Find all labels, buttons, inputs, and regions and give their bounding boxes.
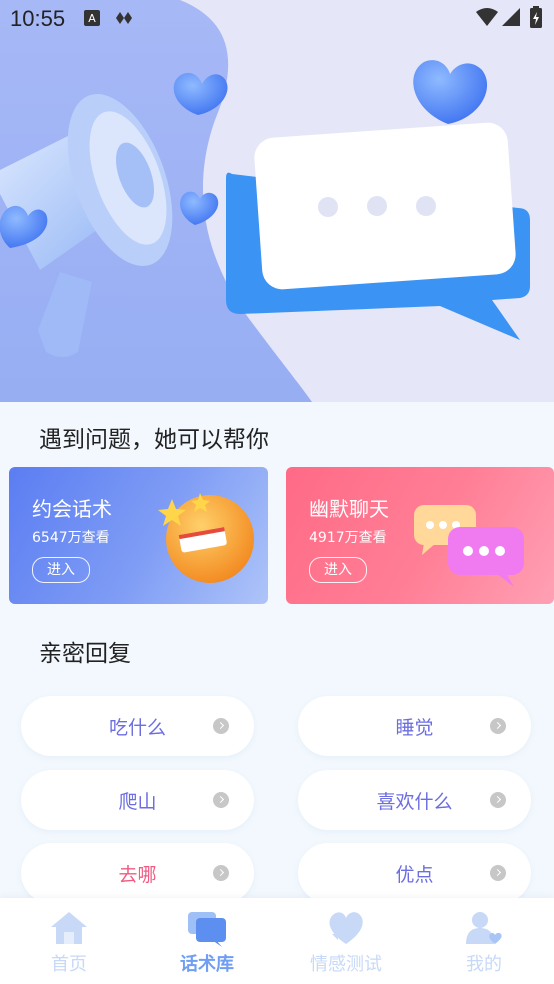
tab-label: 情感测试 [310,954,382,975]
chat-icon [188,912,226,947]
wifi-icon [476,8,498,30]
chevron-right-icon [490,865,506,881]
reply-item[interactable]: 爬山 [21,770,254,830]
chevron-right-icon [213,865,229,881]
app-screen: 10:55 A 遇到问题，她可以帮你 约会话术 6547万查看 进入 幽默聊天 … [0,0,554,984]
tab-label: 我的 [466,954,502,975]
tab-home[interactable]: 首页 [0,898,138,984]
reply-item[interactable]: 睡觉 [298,696,531,756]
card-views-count: 4917万查看 [309,530,387,546]
section-title-replies: 亲密回复 [39,641,131,667]
status-time: 10:55 [10,6,66,31]
card-dating-scripts[interactable]: 约会话术 6547万查看 进入 [9,467,268,604]
chevron-right-icon [213,718,229,734]
hero-illustration [0,0,554,402]
tab-scripts[interactable]: 话术库 [138,898,276,984]
signal-icon [502,8,520,30]
chevron-right-icon [490,718,506,734]
enter-button[interactable]: 进入 [32,557,90,583]
tab-label: 首页 [51,954,87,975]
chevron-right-icon [213,792,229,808]
chat-bubbles-icon [414,505,524,587]
card-title: 约会话术 [32,497,112,521]
tab-profile[interactable]: 我的 [415,898,553,984]
battery-icon [530,6,542,32]
card-views-count: 6547万查看 [32,530,110,546]
speech-bubble-illustration [226,122,530,340]
reply-item[interactable]: 去哪 [21,843,254,903]
home-icon [51,912,87,944]
emoji-face-icon [158,493,254,583]
chevron-right-icon [490,792,506,808]
app-notification-icon [116,10,136,30]
enter-button[interactable]: 进入 [309,557,367,583]
keyboard-a-icon: A [84,10,100,30]
tab-emotion-test[interactable]: 情感测试 [277,898,415,984]
status-bar: 10:55 A [0,0,554,40]
heart-icon [329,912,363,944]
card-humor-chat[interactable]: 幽默聊天 4917万查看 进入 [286,467,554,604]
user-icon [466,912,502,944]
hero-banner [0,0,554,402]
section-title-help: 遇到问题，她可以帮你 [39,427,269,453]
reply-item[interactable]: 吃什么 [21,696,254,756]
card-title: 幽默聊天 [309,497,389,521]
tab-label: 话术库 [180,954,234,975]
reply-item[interactable]: 喜欢什么 [298,770,531,830]
reply-item[interactable]: 优点 [298,843,531,903]
svg-text:A: A [88,12,96,25]
bottom-tab-bar: 首页 话术库 情感测试 我的 [0,898,554,984]
